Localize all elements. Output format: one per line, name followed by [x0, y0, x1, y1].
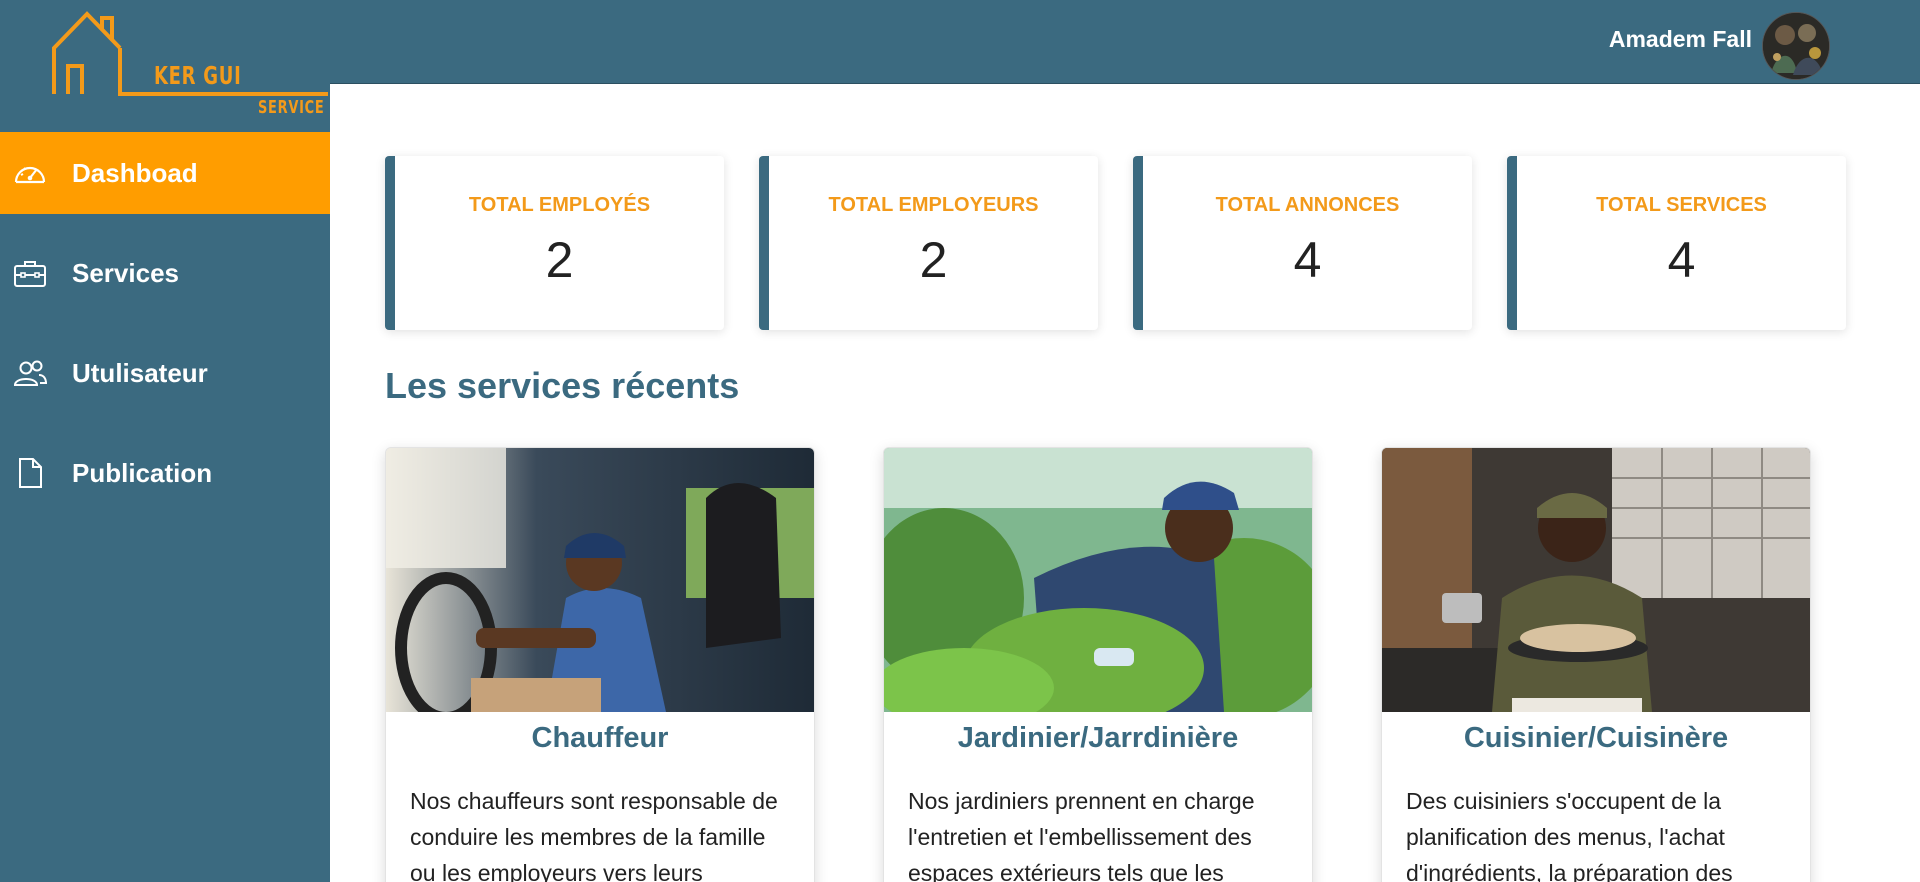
sidebar-item-users[interactable]: Utulisateur [0, 332, 330, 414]
user-name[interactable]: Amadem Fall [1609, 26, 1752, 53]
service-title: Chauffeur [531, 722, 669, 754]
service-image [1382, 448, 1810, 712]
service-title: Cuisinier/Cuisinère [1463, 722, 1729, 754]
service-image [386, 448, 814, 712]
sidebar: KER GUI SERVICE Dashboad Services Utulis… [0, 0, 330, 882]
sidebar-item-label: Dashboad [72, 157, 198, 188]
service-card-cuisinier[interactable]: Cuisinier/Cuisinère Des cuisiniers s'occ… [1381, 447, 1811, 882]
stat-card-annonces: TOTAL ANNONCES 4 [1133, 156, 1472, 330]
stat-value: 2 [545, 232, 574, 288]
stat-card-employeurs: TOTAL EMPLOYEURS 2 [759, 156, 1098, 330]
stat-value: 4 [1293, 232, 1322, 288]
top-bar: Amadem Fall [330, 0, 1920, 84]
service-description: Des cuisiniers s'occupent de la planific… [1406, 788, 1733, 882]
stat-value: 4 [1667, 232, 1696, 288]
stat-label: TOTAL EMPLOYÉS [468, 194, 651, 216]
service-title: Jardinier/Jarrdinière [957, 722, 1239, 754]
speedometer-icon [12, 155, 48, 191]
service-card-jardinier[interactable]: Jardinier/Jarrdinière Nos jardiniers pre… [883, 447, 1313, 882]
sidebar-item-label: Services [72, 257, 179, 288]
sidebar-item-services[interactable]: Services [0, 232, 330, 314]
sidebar-item-label: Utulisateur [72, 357, 208, 388]
main-content: TOTAL EMPLOYÉS 2 TOTAL EMPLOYEURS 2 TOTA… [330, 85, 1920, 882]
users-icon [12, 355, 48, 391]
brand-name: KER GUI [154, 61, 242, 90]
brand-logo[interactable]: KER GUI SERVICE [50, 8, 330, 123]
document-icon [12, 455, 48, 491]
sidebar-nav: Dashboad Services Utulisateur Publicatio… [0, 132, 330, 532]
sidebar-item-label: Publication [72, 457, 213, 488]
service-image [884, 448, 1312, 712]
service-description: Nos jardiniers prennent en charge l'entr… [908, 788, 1255, 882]
brand-subtitle: SERVICE [258, 97, 325, 118]
stat-value: 2 [919, 232, 948, 288]
service-description: Nos chauffeurs sont responsable de condu… [410, 788, 778, 882]
sidebar-item-publication[interactable]: Publication [0, 432, 330, 514]
stat-card-employes: TOTAL EMPLOYÉS 2 [385, 156, 724, 330]
stat-label: TOTAL ANNONCES [1215, 194, 1400, 216]
stat-label: TOTAL EMPLOYEURS [828, 194, 1039, 216]
stat-card-services: TOTAL SERVICES 4 [1507, 156, 1846, 330]
avatar[interactable] [1762, 12, 1830, 80]
sidebar-item-dashboard[interactable]: Dashboad [0, 132, 330, 214]
briefcase-icon [12, 255, 48, 291]
section-title: Les services récents [385, 365, 740, 406]
stat-label: TOTAL SERVICES [1596, 194, 1767, 216]
service-card-chauffeur[interactable]: Chauffeur Nos chauffeurs sont responsabl… [385, 447, 815, 882]
